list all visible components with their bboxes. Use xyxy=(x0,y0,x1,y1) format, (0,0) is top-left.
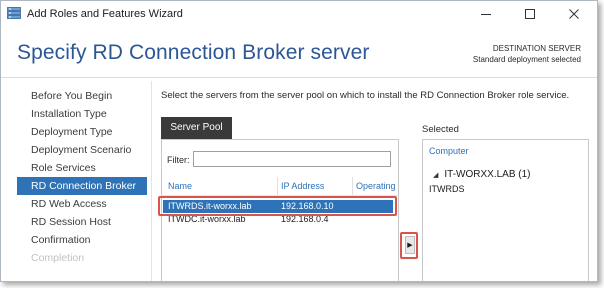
highlight-box-selected-row xyxy=(158,196,397,216)
nav-item-deployment-scenario[interactable]: Deployment Scenario xyxy=(17,141,147,159)
selected-item[interactable]: ITWRDS xyxy=(429,184,465,194)
server-manager-icon xyxy=(7,7,21,20)
filter-label: Filter: xyxy=(167,155,190,165)
destination-server-label: DESTINATION SERVER xyxy=(492,44,581,53)
nav-item-rd-web-access[interactable]: RD Web Access xyxy=(17,195,147,213)
maximize-icon xyxy=(525,9,535,19)
collapse-triangle-icon[interactable]: ◢ xyxy=(433,171,438,179)
nav-item-rd-connection-broker[interactable]: RD Connection Broker xyxy=(17,177,147,195)
column-separator[interactable] xyxy=(277,177,278,195)
nav-item-confirmation[interactable]: Confirmation xyxy=(17,231,147,249)
header-divider xyxy=(1,77,597,78)
selected-servers-panel: Computer ◢ IT-WORXX.LAB (1) ITWRDS xyxy=(422,139,589,281)
column-header-computer[interactable]: Computer xyxy=(429,146,469,156)
close-button[interactable] xyxy=(552,1,596,27)
nav-item-completion: Completion xyxy=(31,252,85,264)
wizard-window: Add Roles and Features Wizard Specify RD… xyxy=(0,0,598,282)
selected-group-label: IT-WORXX.LAB (1) xyxy=(444,169,531,180)
nav-item-before-you-begin[interactable]: Before You Begin xyxy=(17,87,147,105)
column-separator[interactable] xyxy=(352,177,353,195)
minimize-button[interactable] xyxy=(464,1,508,27)
nav-item-rd-session-host[interactable]: RD Session Host xyxy=(17,213,147,231)
selected-group[interactable]: ◢ IT-WORXX.LAB (1) xyxy=(433,169,531,180)
title-bar[interactable]: Add Roles and Features Wizard xyxy=(1,1,597,27)
minimize-icon xyxy=(481,14,491,15)
filter-input[interactable] xyxy=(193,151,391,167)
nav-item-role-services[interactable]: Role Services xyxy=(17,159,147,177)
highlight-box-add-button xyxy=(400,232,418,259)
window-title: Add Roles and Features Wizard xyxy=(27,8,183,20)
close-icon xyxy=(569,9,579,19)
selected-label: Selected xyxy=(422,124,459,135)
destination-server-value: Standard deployment selected xyxy=(472,55,581,64)
page-title: Specify RD Connection Broker server xyxy=(17,41,370,64)
nav-item-deployment-type[interactable]: Deployment Type xyxy=(17,123,147,141)
maximize-button[interactable] xyxy=(508,1,552,27)
instruction-text: Select the servers from the server pool … xyxy=(161,90,570,101)
column-header-ip-address[interactable]: IP Address xyxy=(281,181,324,191)
sidebar-divider xyxy=(151,81,152,281)
nav-item-installation-type[interactable]: Installation Type xyxy=(17,105,147,123)
wizard-nav: Before You Begin Installation Type Deplo… xyxy=(17,87,147,267)
column-header-name[interactable]: Name xyxy=(168,181,192,191)
destination-server: DESTINATION SERVER Standard deployment s… xyxy=(473,43,581,65)
column-header-operating-system[interactable]: Operating xyxy=(356,181,396,191)
tab-server-pool[interactable]: Server Pool xyxy=(161,117,232,139)
